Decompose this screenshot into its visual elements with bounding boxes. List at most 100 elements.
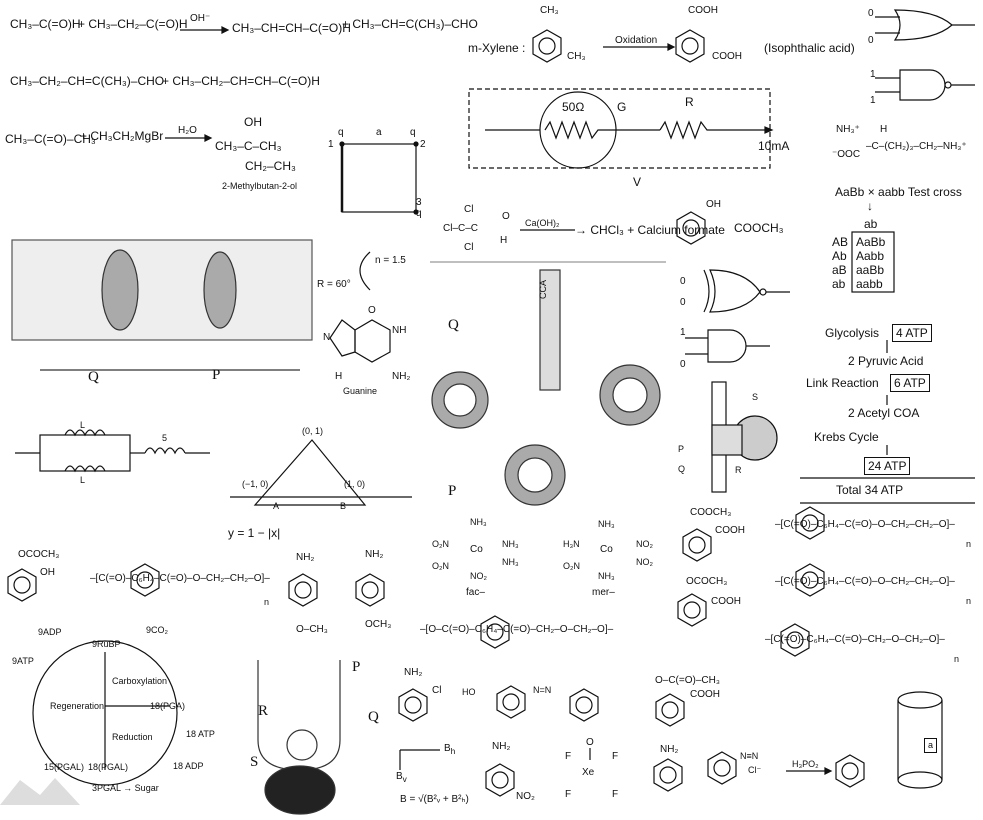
- inductor-l-bottom: L: [80, 475, 86, 485]
- guanine-name: Guanine: [343, 386, 378, 396]
- acetyl-coa-label: 2 Acetyl COA: [848, 406, 920, 420]
- gate4-input-b: 0: [680, 359, 686, 370]
- xe-center: Xe: [582, 767, 595, 778]
- lysine-nh3: NH₃⁺: [836, 124, 860, 135]
- fac-o2n-2: O₂N: [432, 561, 449, 571]
- organelle-r-label: R: [258, 703, 269, 719]
- xe-o: O: [586, 737, 594, 748]
- diazonium-n2: N≡N: [740, 751, 759, 761]
- aldol-reactant-1: CH₃–C(=O)H: [10, 17, 81, 31]
- pyruvic-label: 2 Pyruvic Acid: [848, 354, 924, 368]
- aldol-reactant-2: + CH₃–CH₂–C(=O)H: [78, 17, 188, 31]
- xe-f2: F: [612, 751, 619, 762]
- cross-row-2-gamete: Ab: [832, 249, 847, 263]
- gate1-input-b: 0: [868, 35, 874, 46]
- lens-icon: [359, 251, 371, 291]
- resistor-r-label: R: [685, 95, 694, 109]
- calvin-sugar: 3PGAL → Sugar: [92, 783, 159, 793]
- square-corner-2: 2: [420, 139, 426, 150]
- square-corner-1: 1: [328, 139, 334, 150]
- fac-nh3-low: NH₃: [502, 557, 519, 567]
- guanine-structure: [329, 319, 391, 363]
- polymer-1: –[C(=O)–C₆H₄–C(=O)–O–CH₂–CH₂–O]–: [90, 573, 270, 584]
- bv-label: Bv: [396, 771, 407, 784]
- cross-row-3-gamete: aB: [832, 263, 847, 277]
- graph-right-point: (1, 0): [344, 479, 366, 489]
- gate3-input-a: 0: [680, 276, 686, 287]
- guanine-h: H: [335, 371, 343, 382]
- mer-nh3-bottom: NH₃: [598, 571, 615, 581]
- grignard-product-1: CH₃–C–CH₃: [215, 139, 282, 153]
- cell-r-label: R: [735, 465, 742, 475]
- mer-no2-right: NO₂: [636, 539, 653, 549]
- aldol-product-1: CH₃–CH=CH–C(=O)H: [232, 21, 351, 35]
- lens-radius: R = 60°: [317, 279, 351, 290]
- cross-row-2-result: Aabb: [856, 249, 885, 263]
- chloral-cl-top: Cl: [464, 204, 474, 215]
- chloroaniline-cl: Cl: [432, 685, 442, 696]
- graph-top-point: (0, 1): [302, 426, 324, 436]
- magnetic-field-vectors: [399, 749, 440, 770]
- inductor-l-top: L: [80, 420, 86, 430]
- aldol-product-4: + CH₃–CH₂–CH=CH–C(=O)H: [162, 74, 320, 88]
- isophthalic-label: (Isophthalic acid): [764, 41, 855, 55]
- trna-q-label: Q: [448, 317, 459, 333]
- square-side-a: a: [376, 127, 382, 138]
- organelle-diagram: [257, 660, 341, 815]
- salicylate-ester: COOCH₃: [734, 221, 784, 235]
- inductor-5: 5: [162, 433, 168, 443]
- gate4-input-a: 1: [680, 327, 686, 338]
- xe-f4: F: [612, 789, 619, 800]
- current-label: 10mA: [758, 139, 790, 153]
- bv-subscript: v: [402, 774, 407, 784]
- polymer-1-n: n: [264, 597, 270, 607]
- oxidation-label: Oxidation: [615, 35, 658, 46]
- guanine-nh: NH: [392, 325, 407, 336]
- diazonium-cl: Cl⁻: [748, 765, 762, 775]
- lysine-ooc: ⁻OOC: [832, 149, 861, 160]
- graph-equation: y = 1 − |x|: [228, 526, 281, 540]
- bv-symbol: B: [396, 771, 403, 782]
- fac-o2n: O₂N: [432, 539, 449, 549]
- polymer-3: –[C(=O)–C₆H₄–C(=O)–O–CH₂–CH₂–O]–: [775, 519, 955, 530]
- cell-p-label: P: [678, 444, 685, 454]
- fac-co: Co: [470, 544, 483, 555]
- calvin-carboxylation: Carboxylation: [112, 676, 168, 686]
- watermark-icon: [0, 778, 80, 805]
- haloform-condition: Ca(OH)₂: [525, 218, 560, 228]
- bh-subscript: h: [450, 746, 456, 756]
- square-corner-3: 3: [416, 197, 422, 208]
- grignard-reactant-2: + CH₃CH₂MgBr: [80, 129, 164, 143]
- diagram-collage: CH₃–C(=O)H + CH₃–CH₂–C(=O)H OH⁻ CH₃–CH=C…: [0, 0, 983, 820]
- anisidine-nh2-2: NH₂: [365, 549, 384, 560]
- organelle-s-label: S: [250, 754, 259, 770]
- calvin-reduction: Reduction: [112, 732, 153, 742]
- anisidine-och3: O–CH₃: [296, 624, 328, 635]
- cross-row-1-result: AaBb: [856, 235, 886, 249]
- calvin-18pgal: 18(PGAL): [88, 762, 129, 772]
- aldol-product-2: + CH₃–CH=C(CH₃)–CHO: [342, 17, 478, 31]
- azo-ho: HO: [462, 687, 476, 697]
- guanine-nh2: NH₂: [392, 371, 411, 382]
- square-q1: q: [338, 127, 344, 138]
- mer-o2n: O₂N: [563, 561, 580, 571]
- aspirin2-ester: OCOCH₃: [686, 576, 728, 587]
- xylene-label: m-Xylene :: [468, 41, 526, 55]
- graph-point-a: A: [273, 501, 280, 511]
- bh-label: Bh: [444, 744, 456, 756]
- fac-label: fac–: [466, 587, 485, 598]
- chloral-h: H: [500, 235, 508, 246]
- cooh-1: COOH: [688, 5, 718, 16]
- organelle-p-label: P: [352, 659, 361, 675]
- chloroaniline-nh2: NH₂: [404, 667, 423, 678]
- galvanometer-label: G: [617, 100, 627, 114]
- nitroaniline-no2: NO₂: [516, 791, 535, 802]
- aldol-condition: OH⁻: [190, 13, 211, 24]
- mer-nh3-top: NH₃: [598, 519, 615, 529]
- phenol-oh: OH: [40, 567, 55, 578]
- xylene-methyl-2: CH₃: [567, 51, 586, 62]
- grignard-condition: H₂O: [178, 125, 197, 136]
- grignard-product-2: CH₂–CH₃: [245, 159, 296, 173]
- calvin-9adp: 9ADP: [38, 627, 62, 637]
- cross-row-1-gamete: AB: [832, 235, 849, 249]
